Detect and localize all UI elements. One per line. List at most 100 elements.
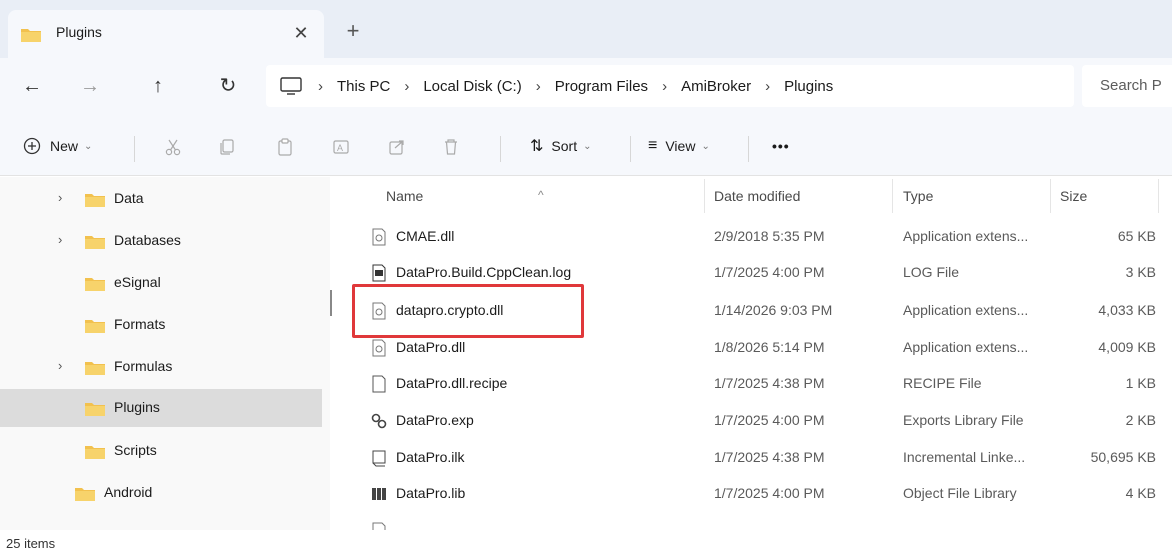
file-name: DataPro.dll.recipe — [396, 375, 508, 391]
breadcrumb: › This PC › Local Disk (C:) › Program Fi… — [266, 65, 833, 107]
sort-label: Sort — [551, 138, 578, 154]
file-name: DataPro.dll — [396, 339, 466, 355]
table-row[interactable]: DataPro.lib 1/7/2025 4:00 PM Object File… — [340, 476, 1172, 512]
nav-item-partial[interactable] — [0, 516, 322, 530]
back-arrow-icon[interactable]: ← — [18, 72, 46, 100]
address-bar[interactable]: › This PC › Local Disk (C:) › Program Fi… — [266, 65, 1074, 107]
file-type: Application extens... — [903, 228, 1029, 244]
nav-item-plugins[interactable]: Plugins — [0, 389, 322, 427]
file-size: 50,695 KB — [1090, 449, 1156, 465]
view-icon: ≡ — [648, 137, 658, 154]
file-icon — [372, 375, 386, 393]
nav-item-scripts[interactable]: Scripts — [0, 432, 322, 470]
file-size: 65 KB — [1117, 228, 1156, 244]
chevron-right-icon[interactable]: › — [58, 358, 62, 373]
tab-plugins[interactable]: Plugins ✕ — [8, 10, 324, 58]
new-tab-button[interactable]: + — [342, 20, 364, 42]
log-icon — [372, 264, 386, 282]
nav-item-formulas[interactable]: › Formulas — [0, 348, 322, 386]
file-date: 1/8/2026 5:14 PM — [714, 339, 825, 355]
dll-icon — [372, 228, 386, 246]
breadcrumb-local-disk[interactable]: Local Disk (C:) — [423, 78, 521, 95]
up-arrow-icon[interactable]: ↑ — [144, 72, 172, 100]
column-header-type[interactable]: Type — [903, 188, 933, 204]
table-row[interactable]: CMAE.dll 2/9/2018 5:35 PM Application ex… — [340, 219, 1172, 255]
view-button[interactable]: ≡ View ⌄ — [648, 132, 710, 160]
breadcrumb-amibroker[interactable]: AmiBroker — [681, 78, 751, 95]
folder-icon — [21, 29, 41, 42]
chevron-right-icon[interactable]: › — [404, 78, 409, 95]
highlight-annotation — [352, 284, 584, 338]
share-icon[interactable] — [388, 138, 406, 156]
nav-item-databases[interactable]: › Databases — [0, 222, 322, 260]
lib-icon — [372, 488, 386, 500]
chevron-right-icon[interactable]: › — [765, 78, 770, 95]
chevron-down-icon: ⌄ — [701, 140, 710, 152]
file-type: Exports Library File — [903, 412, 1024, 428]
nav-item-data[interactable]: › Data — [0, 180, 322, 218]
column-divider[interactable] — [1050, 179, 1051, 213]
divider — [748, 136, 749, 162]
file-date: 1/7/2025 4:00 PM — [714, 412, 825, 428]
close-tab-icon[interactable]: ✕ — [290, 22, 312, 44]
refresh-icon[interactable]: ↻ — [214, 72, 242, 100]
command-bar: New ⌄ A ⇅ Sort ⌄ ≡ View ⌄ ••• — [0, 116, 1172, 176]
sort-ascending-icon: ^ — [538, 188, 544, 202]
nav-item-label: Formats — [114, 316, 166, 332]
folder-icon — [85, 194, 105, 207]
new-button[interactable]: New ⌄ — [22, 132, 92, 160]
file-name: DataPro.Build.CppClean.log — [396, 264, 572, 280]
paste-icon[interactable] — [276, 138, 294, 156]
item-count: 25 items — [6, 536, 56, 551]
file-date: 1/7/2025 4:38 PM — [714, 449, 825, 465]
chevron-right-icon[interactable]: › — [318, 78, 323, 95]
file-type: Application extens... — [903, 302, 1029, 318]
pane-splitter-handle[interactable] — [330, 290, 332, 316]
folder-icon — [85, 278, 105, 291]
file-size: 4,009 KB — [1098, 339, 1156, 355]
chevron-right-icon[interactable]: › — [58, 190, 62, 205]
sort-icon: ⇅ — [530, 138, 544, 155]
tab-title: Plugins — [56, 24, 102, 40]
tab-strip: Plugins ✕ + — [0, 0, 1172, 58]
ilk-icon — [372, 450, 386, 467]
file-size: 3 KB — [1125, 264, 1156, 280]
sort-button[interactable]: ⇅ Sort ⌄ — [530, 132, 591, 160]
rename-icon[interactable]: A — [332, 138, 350, 156]
column-divider[interactable] — [892, 179, 893, 213]
monitor-icon[interactable] — [278, 76, 304, 96]
column-divider[interactable] — [704, 179, 705, 213]
file-date: 1/7/2025 4:00 PM — [714, 264, 825, 280]
breadcrumb-program-files[interactable]: Program Files — [555, 78, 648, 95]
table-row[interactable] — [340, 513, 1172, 530]
table-row[interactable]: DataPro.exp 1/7/2025 4:00 PM Exports Lib… — [340, 403, 1172, 439]
nav-item-label: Formulas — [114, 358, 173, 374]
column-header-name[interactable]: Name — [386, 188, 423, 204]
table-row[interactable]: DataPro.ilk 1/7/2025 4:38 PM Incremental… — [340, 440, 1172, 476]
file-size: 4 KB — [1125, 485, 1156, 501]
nav-item-formats[interactable]: Formats — [0, 306, 322, 344]
search-input[interactable]: Search P — [1082, 65, 1172, 107]
file-type: RECIPE File — [903, 375, 982, 391]
forward-arrow-icon[interactable]: → — [76, 72, 104, 100]
more-options-button[interactable]: ••• — [772, 132, 790, 160]
dll-icon — [372, 339, 386, 357]
chevron-right-icon[interactable]: › — [536, 78, 541, 95]
column-header-date[interactable]: Date modified — [714, 188, 800, 204]
table-row[interactable]: DataPro.dll.recipe 1/7/2025 4:38 PM RECI… — [340, 366, 1172, 402]
navigation-pane: › Data › Databases eSignal Formats › For… — [0, 177, 330, 530]
nav-item-esignal[interactable]: eSignal — [0, 264, 322, 302]
cut-icon[interactable] — [164, 138, 182, 156]
column-header-size[interactable]: Size — [1060, 188, 1087, 204]
breadcrumb-this-pc[interactable]: This PC — [337, 78, 390, 95]
chevron-right-icon[interactable]: › — [662, 78, 667, 95]
breadcrumb-plugins[interactable]: Plugins — [784, 78, 833, 95]
chevron-right-icon[interactable]: › — [58, 232, 62, 247]
nav-item-android[interactable]: Android — [0, 474, 322, 512]
delete-icon[interactable] — [442, 138, 460, 156]
folder-icon — [85, 362, 105, 375]
column-divider[interactable] — [1158, 179, 1159, 213]
copy-icon[interactable] — [218, 138, 236, 156]
exp-icon — [371, 413, 387, 429]
file-date: 1/7/2025 4:00 PM — [714, 485, 825, 501]
